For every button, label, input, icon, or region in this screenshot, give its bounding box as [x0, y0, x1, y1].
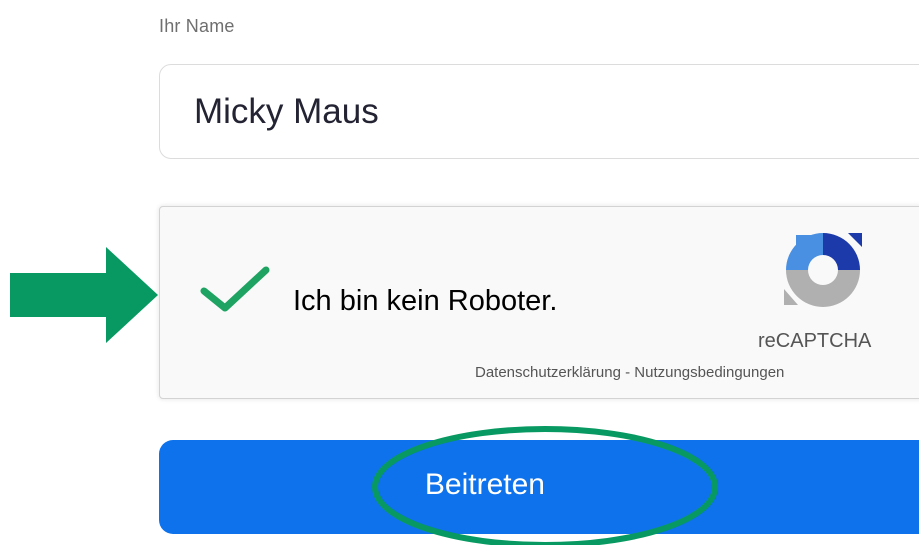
check-icon[interactable]	[200, 265, 270, 313]
join-button[interactable]: Beitreten	[159, 440, 919, 534]
links-separator: -	[620, 364, 635, 381]
arrow-right-icon	[10, 247, 158, 343]
recaptcha-widget: Ich bin kein Roboter. reCAPTCHA Datensch…	[159, 206, 919, 399]
privacy-link[interactable]: Datenschutzerklärung	[475, 364, 621, 381]
join-form-screen: Ihr Name Ich bin kein Roboter. reCAPTCHA…	[0, 0, 919, 545]
recaptcha-checkbox-label: Ich bin kein Roboter.	[293, 285, 558, 317]
recaptcha-brand-text: reCAPTCHA	[758, 330, 872, 352]
recaptcha-logo-icon	[784, 233, 862, 307]
name-input[interactable]	[159, 64, 919, 159]
name-field-label: Ihr Name	[159, 16, 235, 36]
terms-link[interactable]: Nutzungsbedingungen	[634, 364, 784, 381]
recaptcha-links: Datenschutzerklärung - Nutzungsbedingung…	[475, 364, 784, 381]
join-button-label: Beitreten	[424, 468, 545, 501]
